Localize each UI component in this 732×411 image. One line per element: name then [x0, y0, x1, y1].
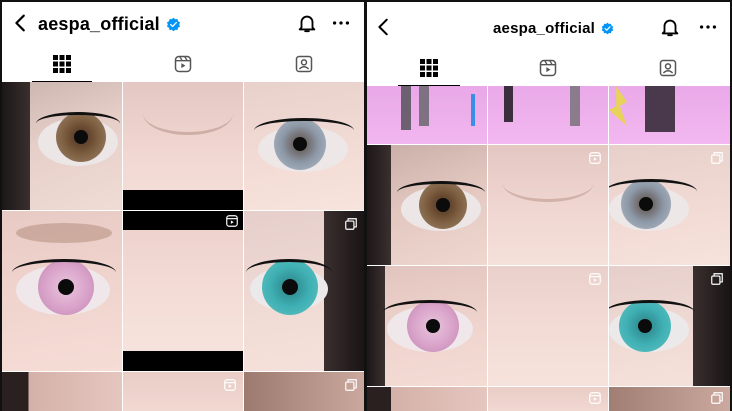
profile-title: aespa_official [493, 6, 614, 50]
reels-badge-icon [588, 272, 602, 286]
grid-icon [53, 55, 71, 73]
grid-post[interactable] [123, 82, 243, 210]
tab-grid[interactable] [32, 46, 92, 82]
grid-post[interactable] [609, 86, 730, 144]
more-options-icon[interactable] [330, 12, 352, 34]
profile-panel-right: aespa_official [367, 2, 730, 411]
grid-post[interactable] [244, 211, 364, 371]
notification-bell-icon[interactable] [296, 12, 318, 34]
reels-badge-icon [225, 214, 239, 228]
grid-post[interactable] [2, 372, 122, 411]
carousel-badge-icon [344, 378, 358, 392]
grid-post[interactable] [2, 211, 122, 371]
post-grid [2, 82, 364, 411]
profile-tabs [2, 46, 364, 82]
tab-reels[interactable] [517, 50, 579, 86]
profile-header: aespa_official [2, 2, 364, 46]
grid-post[interactable] [609, 266, 730, 386]
post-grid [367, 86, 730, 411]
tab-grid[interactable] [398, 50, 460, 86]
verified-badge-icon [166, 17, 180, 31]
grid-post[interactable] [244, 372, 364, 411]
reels-badge-icon [588, 151, 602, 165]
carousel-badge-icon [710, 391, 724, 405]
tagged-person-icon [295, 55, 313, 73]
back-arrow-icon[interactable] [373, 16, 395, 38]
grid-post[interactable] [488, 387, 608, 411]
grid-post[interactable] [488, 145, 608, 265]
notification-bell-icon[interactable] [659, 16, 681, 38]
tab-tagged[interactable] [274, 46, 334, 82]
tab-reels[interactable] [153, 46, 213, 82]
grid-icon [420, 59, 438, 77]
profile-title: aespa_official [38, 2, 181, 46]
grid-post[interactable] [2, 82, 122, 210]
grid-post[interactable] [609, 145, 730, 265]
grid-post[interactable] [367, 145, 487, 265]
reels-icon [174, 55, 192, 73]
grid-post[interactable] [244, 82, 364, 210]
carousel-badge-icon [710, 151, 724, 165]
profile-tabs [367, 50, 730, 86]
tab-tagged[interactable] [637, 50, 699, 86]
grid-post[interactable] [488, 86, 608, 144]
profile-panel-left: aespa_official [2, 2, 364, 411]
profile-header: aespa_official [367, 2, 730, 46]
grid-post[interactable] [123, 372, 243, 411]
grid-post[interactable] [488, 266, 608, 386]
verified-badge-icon [601, 22, 614, 34]
grid-post[interactable] [367, 86, 487, 144]
username: aespa_official [38, 13, 160, 34]
reels-icon [539, 59, 557, 77]
username: aespa_official [493, 19, 596, 37]
tagged-person-icon [659, 59, 677, 77]
carousel-badge-icon [710, 272, 724, 286]
grid-post[interactable] [123, 211, 243, 371]
carousel-badge-icon [344, 217, 358, 231]
grid-post[interactable] [367, 266, 487, 386]
back-arrow-icon[interactable] [10, 12, 32, 34]
reels-badge-icon [223, 378, 237, 392]
reels-badge-icon [588, 391, 602, 405]
grid-post[interactable] [609, 387, 730, 411]
grid-post[interactable] [367, 387, 487, 411]
more-options-icon[interactable] [697, 16, 719, 38]
